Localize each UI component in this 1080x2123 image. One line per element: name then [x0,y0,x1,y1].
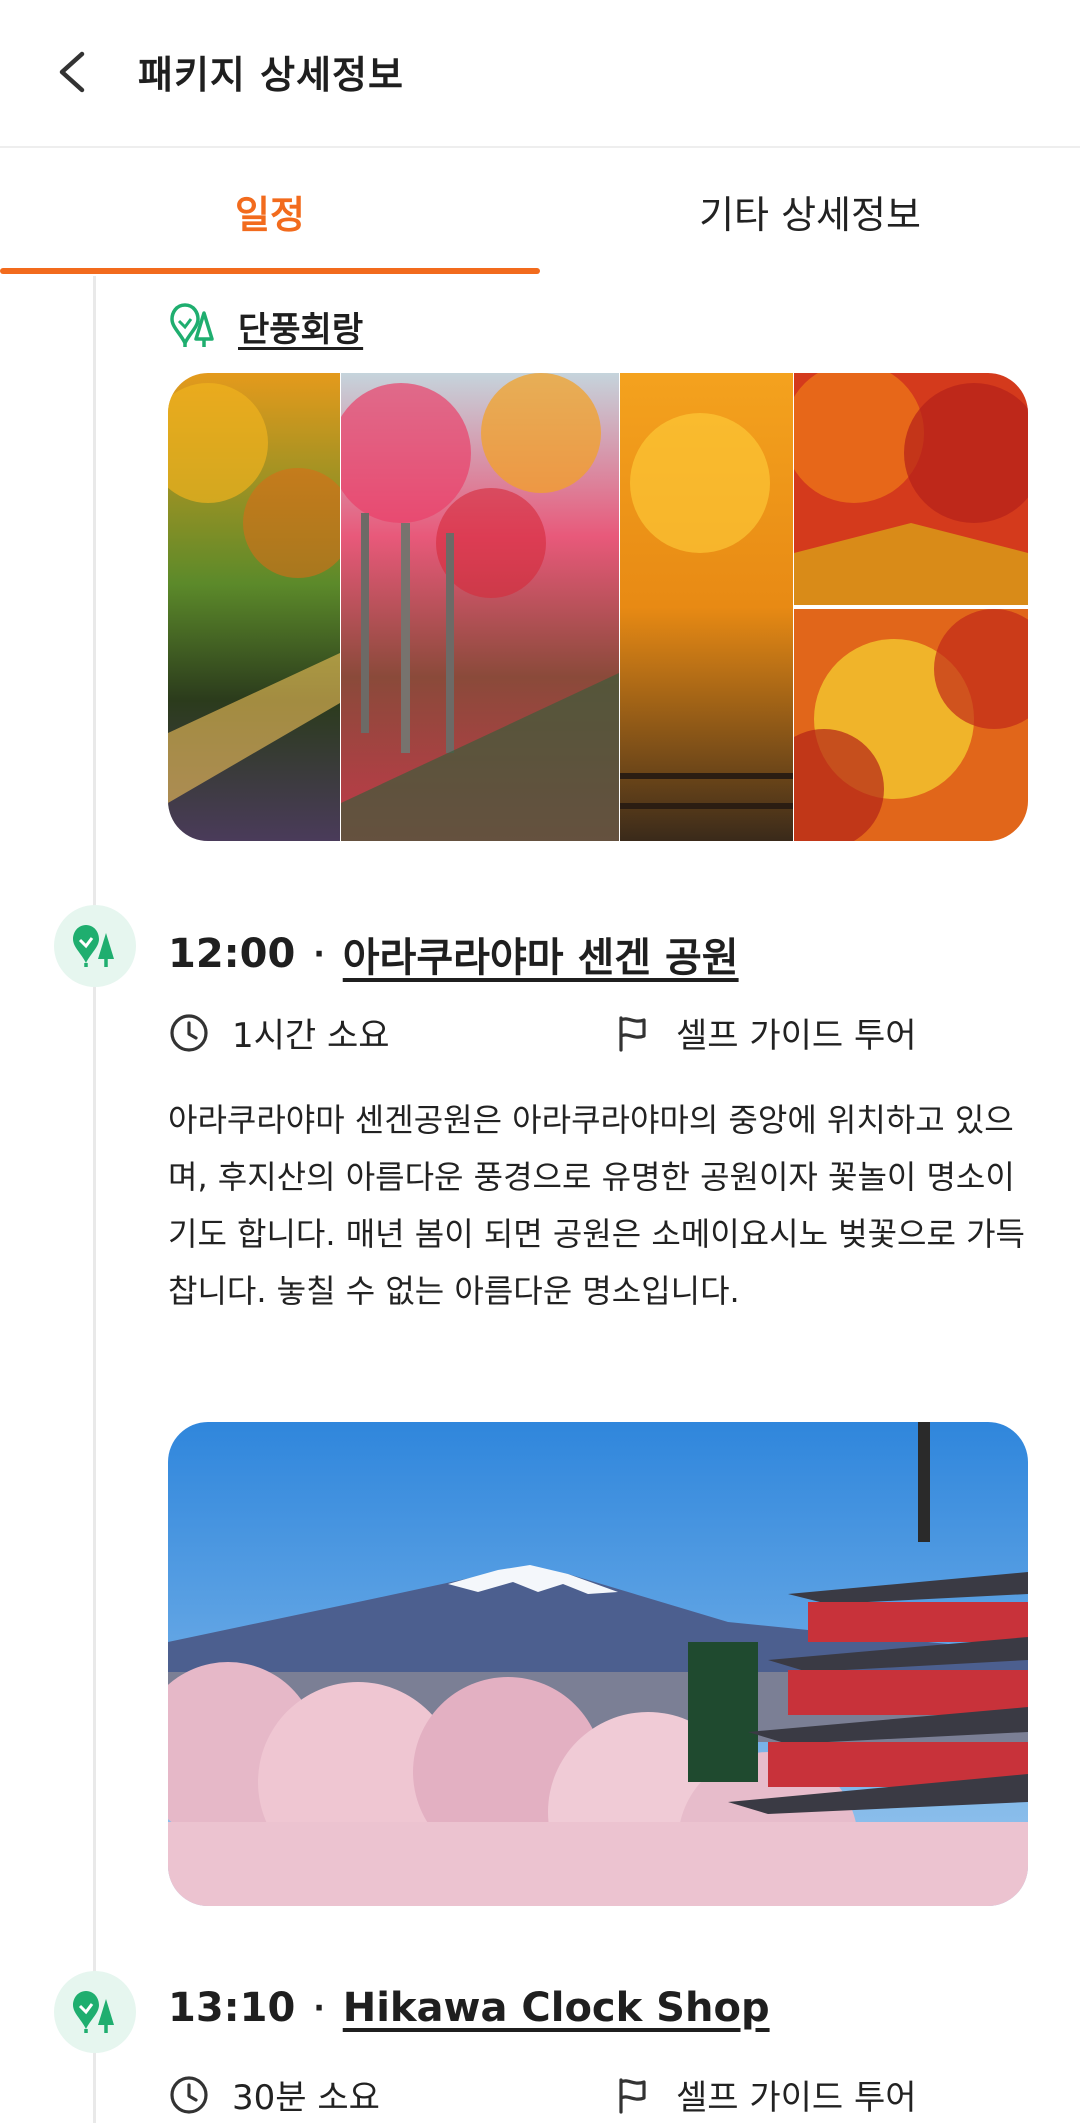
header-bar: 패키지 상세정보 [0,0,1080,148]
stop-title: 13:10 · Hikawa Clock Shop [168,1985,770,2031]
back-button[interactable] [46,40,102,104]
stop-time: 12:00 [168,931,296,977]
tree-location-icon [73,925,114,967]
chevron-left-icon [59,51,85,93]
illuminated-maple-photo [794,609,1028,841]
timeline-marker [54,1971,136,2053]
maple-corridor-photo [341,373,619,841]
stop-title: 12:00 · 아라쿠라야마 센겐 공원 [168,925,739,983]
mount-fuji-pagoda-image [168,1422,1028,1906]
clock-icon [170,2075,208,2114]
guide-text: 셀프 가이드 투어 [676,2078,917,2118]
stop-time: 13:10 [168,1985,296,2031]
duration-text: 30분 소요 [232,2078,380,2118]
stop-description: 아라쿠라야마 센겐공원은 아라쿠라야마의 중앙에 위치하고 있으며, 후지산의 … [168,1101,1025,1310]
tree-location-icon [170,303,214,347]
tab-itinerary[interactable]: 일정 [0,148,540,274]
place-link[interactable]: 단풍회랑 [238,302,363,351]
guide-info: 셀프 가이드 투어 [612,2070,917,2119]
page-title: 패키지 상세정보 [138,53,404,97]
tab-bar: 일정 기타 상세정보 [0,148,1080,274]
photo-gallery[interactable] [168,373,1028,841]
flag-icon [619,2077,646,2114]
clock-icon [170,1013,208,1052]
golden-maple-photo [620,373,793,841]
duration-text: 1시간 소요 [232,1016,390,1056]
guide-text: 셀프 가이드 투어 [676,1016,917,1056]
duration-info: 1시간 소요 [168,1008,390,1057]
mount-fuji-photo[interactable] [168,1422,1028,1906]
duration-info: 30분 소요 [168,2070,380,2119]
timeline-marker [54,905,136,987]
separator-dot: · [313,1990,325,2026]
tab-other-details[interactable]: 기타 상세정보 [540,148,1080,274]
flag-icon [619,1015,646,1052]
timeline-line [93,276,96,2123]
active-tab-indicator [0,268,540,274]
place-row: 단풍회랑 [168,296,363,356]
stop-name-link[interactable]: Hikawa Clock Shop [343,1985,770,2031]
stop-name-link[interactable]: 아라쿠라야마 센겐 공원 [343,925,739,983]
red-leaves-photo [794,373,1028,605]
separator-dot: · [313,936,325,972]
tree-location-icon [73,1991,114,2033]
guide-info: 셀프 가이드 투어 [612,1008,917,1057]
autumn-tunnel-photo [168,373,340,841]
